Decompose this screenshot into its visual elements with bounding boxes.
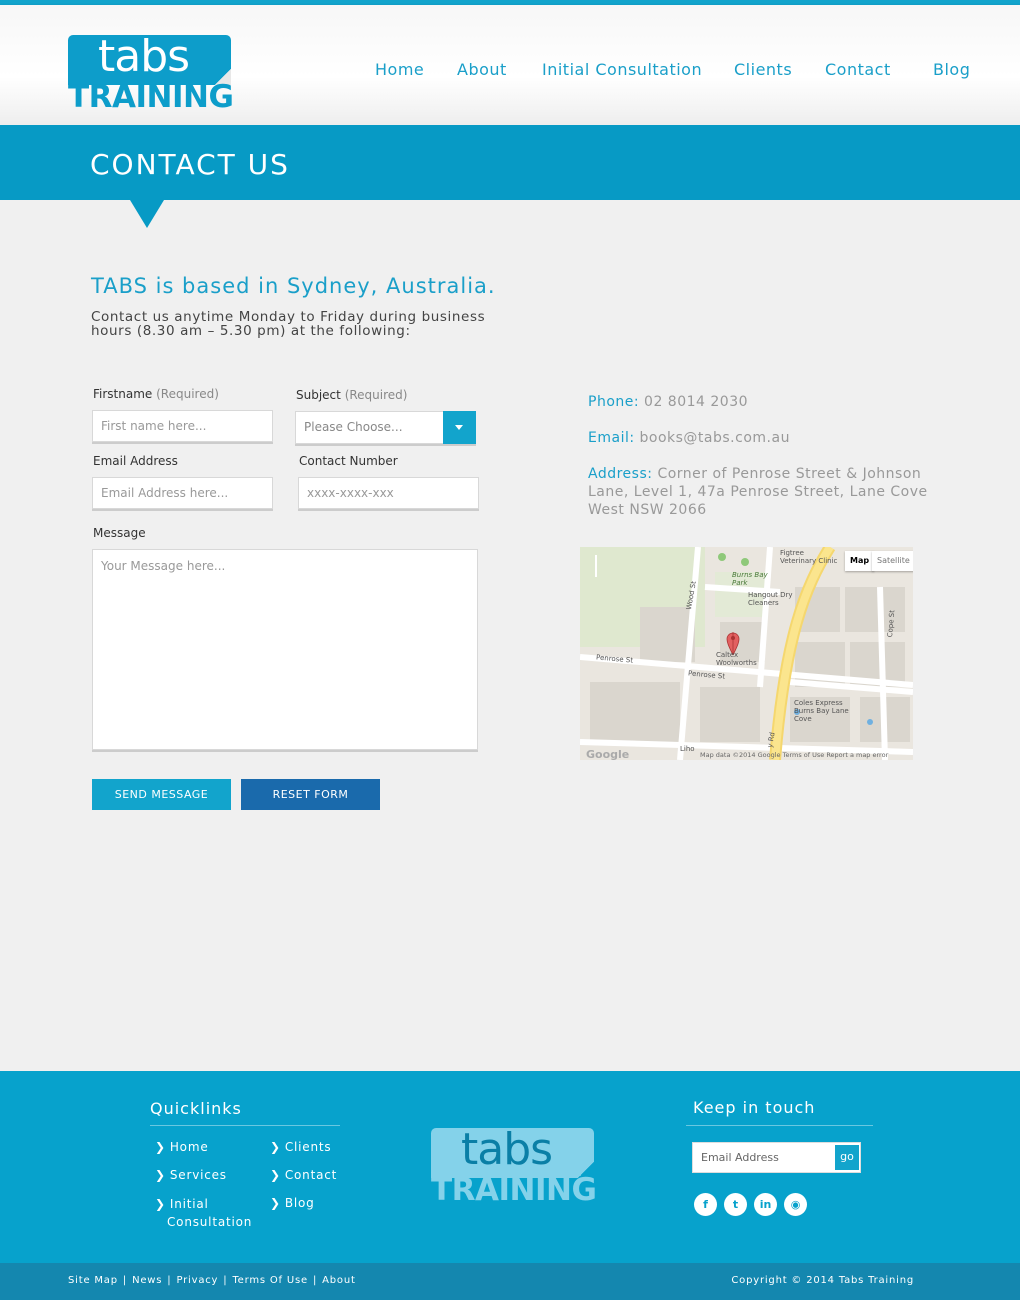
nav-clients[interactable]: Clients [734, 60, 792, 79]
intro-heading: TABS is based in Sydney, Australia. [91, 274, 496, 298]
subject-select[interactable]: Please Choose... [295, 411, 476, 444]
subscribe-go-button[interactable]: go [835, 1145, 859, 1170]
chevron-right-icon: ❯ [155, 1140, 166, 1154]
map-label-coles: Coles Express Burns Bay Lane Cove [794, 699, 849, 723]
separator: | [223, 1275, 228, 1286]
subject-required: (Required) [344, 388, 408, 402]
map-type-satellite-button[interactable]: Satellite [872, 551, 913, 571]
map-attribution: Map data ©2014 Google Terms of Use Repor… [700, 751, 889, 759]
quicklink-services-label: Services [169, 1168, 227, 1182]
quicklink-contact[interactable]: ❯ Contact [270, 1166, 337, 1184]
firstname-input[interactable] [92, 410, 273, 442]
map-label-liho: Liho [680, 745, 695, 753]
phone-info: Phone: 02 8014 2030 [588, 393, 748, 411]
quicklinks-title: Quicklinks [150, 1099, 242, 1118]
phone-value: 02 8014 2030 [644, 394, 749, 410]
email-label: Email Address [93, 454, 178, 468]
message-textarea[interactable] [92, 549, 478, 750]
main-nav: Home About Initial Consultation Clients … [0, 60, 1020, 80]
quicklinks-divider [150, 1125, 340, 1126]
copyright-text: Copyright © 2014 Tabs Training [731, 1275, 914, 1286]
separator: | [122, 1275, 128, 1286]
chevron-right-icon: ❯ [270, 1196, 281, 1210]
facebook-icon[interactable]: f [694, 1193, 717, 1216]
map-label-burns-bay-park: Burns Bay Park [732, 571, 768, 587]
bottom-link-news[interactable]: News [132, 1275, 162, 1286]
title-pointer [130, 200, 164, 228]
footer-logo-text-training: TRAINING [431, 1172, 597, 1208]
keep-in-touch-divider [686, 1125, 873, 1126]
firstname-required: (Required) [156, 387, 219, 401]
chevron-right-icon: ❯ [155, 1168, 166, 1182]
quicklink-initial-consultation-label: Initial Consultation [167, 1197, 253, 1229]
linkedin-icon[interactable]: in [754, 1193, 777, 1216]
subject-label: Subject (Required) [296, 388, 407, 402]
phone-key: Phone: [588, 394, 640, 410]
send-message-button[interactable]: SEND MESSAGE [92, 779, 231, 810]
reset-form-button[interactable]: RESET FORM [241, 779, 380, 810]
separator: | [312, 1275, 318, 1286]
bottom-link-site-map[interactable]: Site Map [68, 1275, 118, 1286]
twitter-icon[interactable]: t [724, 1193, 747, 1216]
quicklink-blog[interactable]: ❯ Blog [270, 1194, 315, 1212]
site-header: tabs TRAINING Home About Initial Consult… [0, 5, 1020, 125]
map-label-caltex: Caltex Woolworths [716, 651, 757, 667]
title-band: CONTACT US [0, 125, 1020, 200]
nav-home[interactable]: Home [375, 60, 424, 79]
quicklink-services[interactable]: ❯ Services [155, 1166, 227, 1184]
message-label: Message [93, 526, 146, 540]
quicklink-home-label: Home [169, 1140, 209, 1154]
email-info: Email: books@tabs.com.au [588, 429, 790, 447]
subscribe-form: go [692, 1142, 861, 1173]
nav-blog[interactable]: Blog [933, 60, 970, 79]
address-info: Address: Corner of Penrose Street & John… [588, 465, 928, 519]
email-value[interactable]: books@tabs.com.au [640, 430, 790, 446]
bottom-bar: Site Map | News | Privacy | Terms Of Use | About… [0, 1263, 1020, 1300]
rss-icon[interactable]: ◉ [784, 1193, 807, 1216]
intro-text: Contact us anytime Monday to Friday duri… [91, 309, 486, 339]
chevron-right-icon: ❯ [270, 1140, 281, 1154]
bottom-link-about[interactable]: About [322, 1275, 356, 1286]
contact-number-label: Contact Number [299, 454, 398, 468]
page-title: CONTACT US [90, 148, 290, 181]
nav-initial-consultation[interactable]: Initial Consultation [542, 60, 702, 79]
quicklink-contact-label: Contact [284, 1168, 338, 1182]
firstname-label: Firstname (Required) [93, 387, 219, 401]
subject-label-text: Subject [296, 388, 341, 402]
chevron-down-icon[interactable] [443, 411, 476, 444]
map-label-hangout: Hangout Dry Cleaners [748, 591, 793, 607]
quicklink-home[interactable]: ❯ Home [155, 1138, 209, 1156]
logo-text-training: TRAINING [68, 79, 234, 115]
quicklink-clients-label: Clients [284, 1140, 332, 1154]
location-map[interactable]: Map Satellite Figtree Veterinary Clinic … [580, 547, 913, 760]
separator: | [167, 1275, 172, 1286]
chevron-right-icon: ❯ [155, 1197, 166, 1211]
email-input[interactable] [92, 477, 273, 509]
nav-contact[interactable]: Contact [825, 60, 891, 79]
quicklink-initial-consultation[interactable]: ❯ Initial Consultation [155, 1195, 265, 1231]
map-label-figtree: Figtree Veterinary Clinic [780, 549, 838, 565]
quicklink-clients[interactable]: ❯ Clients [270, 1138, 331, 1156]
nav-about[interactable]: About [457, 60, 507, 79]
chevron-right-icon: ❯ [270, 1168, 281, 1182]
footer-logo[interactable]: tabs TRAINING [431, 1124, 597, 1208]
quicklink-blog-label: Blog [284, 1196, 315, 1210]
bottom-link-privacy[interactable]: Privacy [176, 1275, 218, 1286]
subject-selected-value: Please Choose... [304, 420, 403, 434]
map-type-map-button[interactable]: Map [845, 551, 875, 571]
subscribe-email-input[interactable] [693, 1143, 833, 1172]
bottom-link-terms[interactable]: Terms Of Use [232, 1275, 307, 1286]
address-key: Address: [588, 466, 653, 482]
firstname-label-text: Firstname [93, 387, 153, 401]
contact-number-input[interactable] [298, 477, 479, 509]
footer-logo-text-tabs: tabs [461, 1124, 553, 1175]
bottom-links: Site Map | News | Privacy | Terms Of Use | About [68, 1275, 356, 1286]
map-google-logo: Google [586, 748, 630, 760]
keep-in-touch-title: Keep in touch [693, 1098, 816, 1117]
email-key: Email: [588, 430, 635, 446]
